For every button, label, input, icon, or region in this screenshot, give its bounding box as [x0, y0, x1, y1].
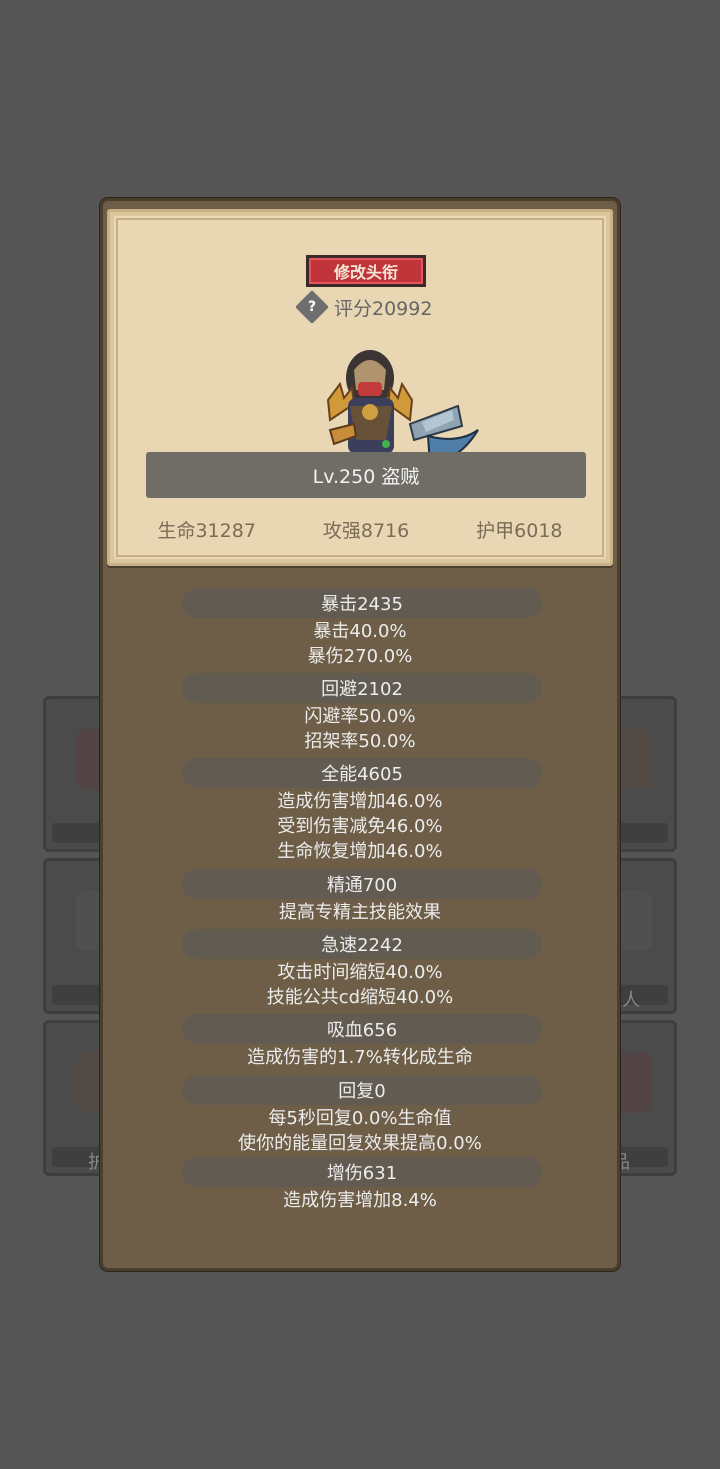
stat-armor: 护甲6018	[476, 519, 563, 542]
attribute-header-versatility: 全能4605	[182, 758, 542, 788]
attribute-line: 造成伤害的1.7%转化成生命	[247, 1047, 473, 1068]
level-class-label: Lv.250 盗贼	[312, 465, 420, 488]
main-stats-row: 生命31287 攻强8716 护甲6018	[110, 512, 610, 546]
attribute-line: 暴伤270.0%	[307, 646, 413, 667]
attribute-line: 造成伤害增加8.4%	[283, 1190, 437, 1211]
attribute-line: 使你的能量回复效果提高0.0%	[238, 1133, 482, 1154]
help-icon[interactable]: ?	[295, 290, 329, 324]
rename-title-button[interactable]: 修改头衔	[306, 255, 426, 287]
stat-hp: 生命31287	[157, 519, 256, 542]
attribute-line: 生命恢复增加46.0%	[277, 841, 443, 862]
attribute-header-avoidance: 回避2102	[182, 673, 542, 703]
attribute-header-haste: 急速2242	[182, 929, 542, 959]
attribute-header-leech: 吸血656	[182, 1014, 542, 1044]
character-card: 修改头衔 ? 评分20992 Lv.250 盗贼 生命31287 攻强8716 …	[107, 209, 613, 566]
score-value: 评分20992	[334, 297, 433, 320]
attribute-line: 提高专精主技能效果	[279, 902, 441, 923]
attribute-header-damage-bonus: 增伤631	[182, 1157, 542, 1187]
attribute-line: 攻击时间缩短40.0%	[277, 962, 443, 983]
attribute-line: 造成伤害增加46.0%	[277, 791, 443, 812]
character-detail-modal: 修改头衔 ? 评分20992 Lv.250 盗贼 生命31287 攻强8716 …	[100, 198, 620, 1271]
attribute-header-mastery: 精通700	[182, 869, 542, 899]
attribute-line: 闪避率50.0%	[304, 706, 416, 727]
level-class-bar: Lv.250 盗贼	[146, 452, 586, 498]
attribute-line: 受到伤害减免46.0%	[277, 816, 443, 837]
score-row: ? 评分20992	[295, 290, 433, 324]
bg-slot-label: 人	[622, 990, 640, 1011]
attribute-line: 每5秒回复0.0%生命值	[268, 1108, 452, 1129]
stat-attack: 攻强8716	[322, 519, 410, 542]
attribute-header-crit: 暴击2435	[182, 588, 542, 618]
attribute-line: 暴击40.0%	[313, 621, 407, 642]
attribute-header-regen: 回复0	[182, 1075, 542, 1105]
attribute-line: 招架率50.0%	[304, 731, 416, 752]
attribute-line: 技能公共cd缩短40.0%	[266, 987, 454, 1008]
